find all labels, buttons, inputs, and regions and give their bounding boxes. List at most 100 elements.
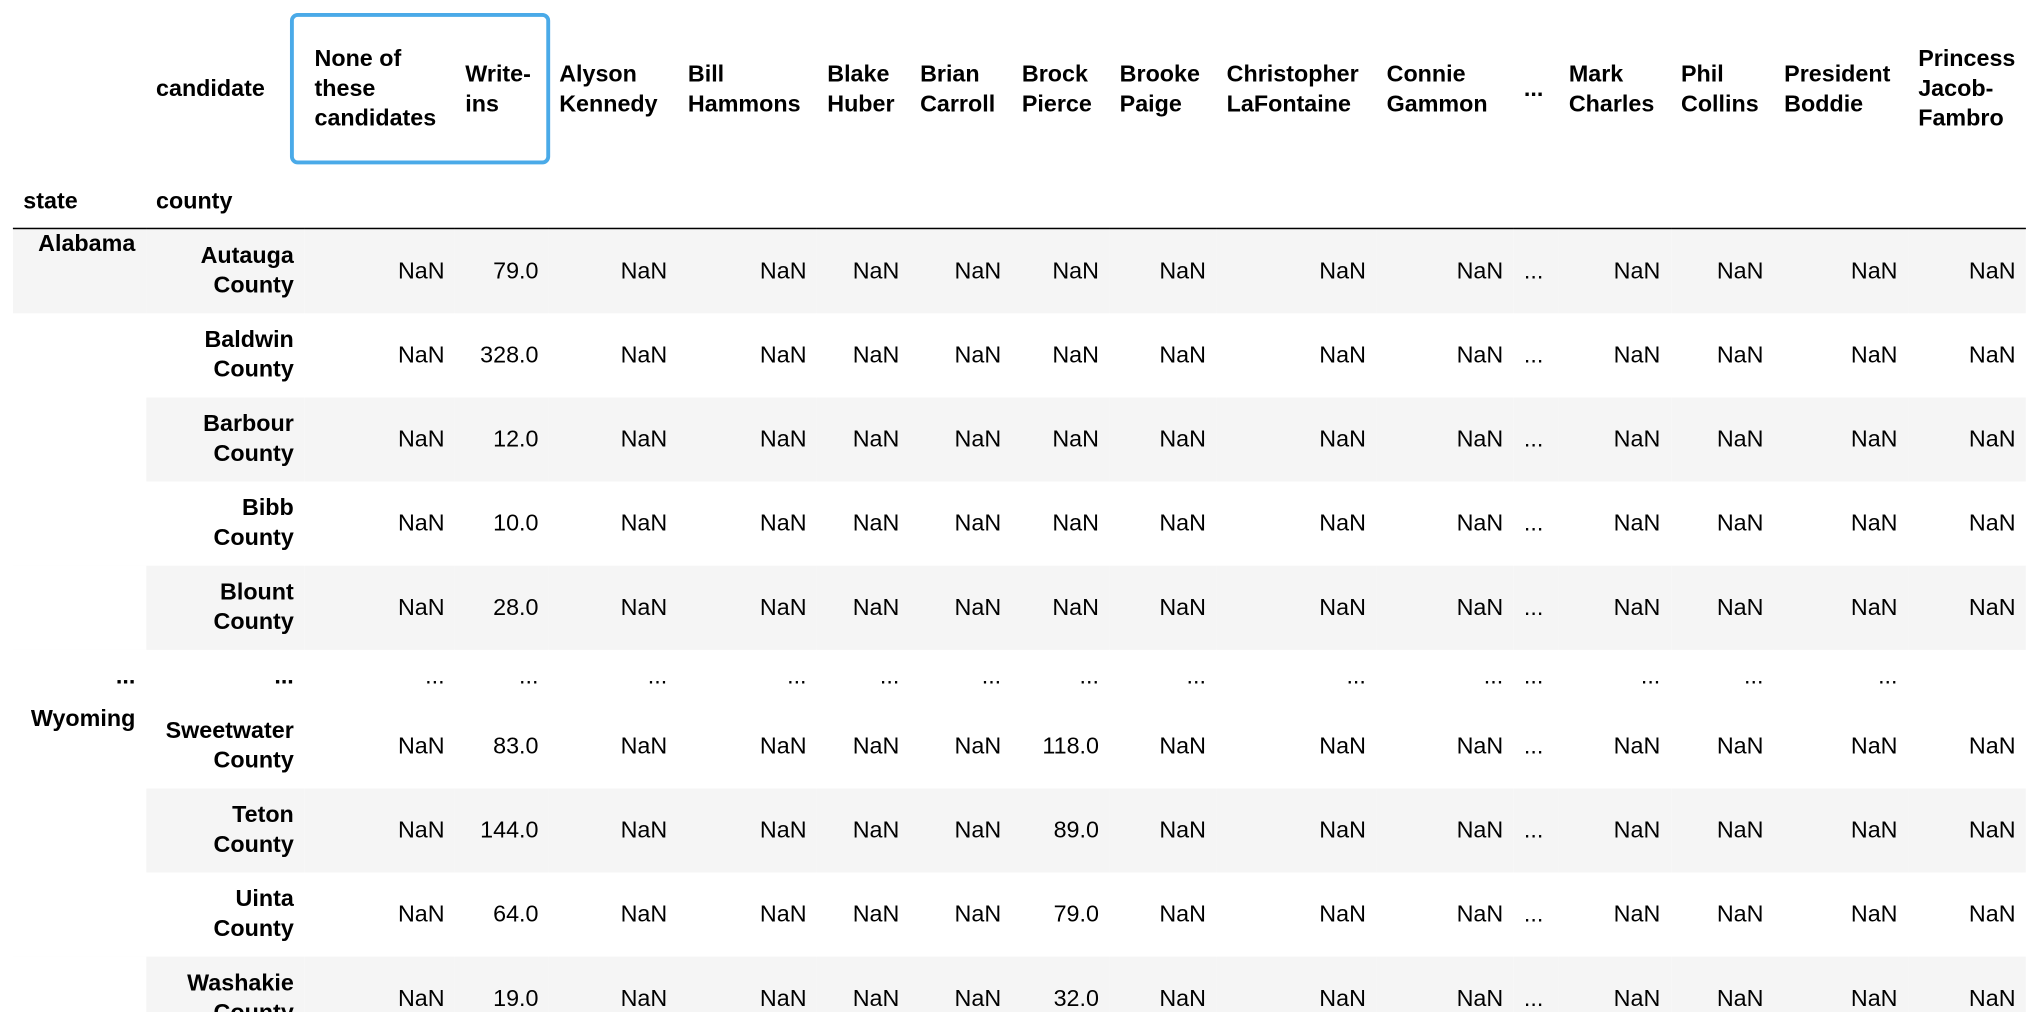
table-cell: ... <box>1523 900 1544 927</box>
table-cell: NaN <box>1850 984 1898 1011</box>
row-state-label: ... <box>12 649 146 704</box>
table-cell: NaN <box>759 732 807 758</box>
table-cell: NaN <box>1716 257 1764 284</box>
row-county-label: Teton County <box>213 801 294 857</box>
index-row-blank-cell <box>909 164 1012 230</box>
table-cell: NaN <box>1968 341 2016 367</box>
index-row-blank-cell <box>816 164 910 230</box>
table-cell: NaN <box>397 900 445 927</box>
row-county-label: Sweetwater County <box>165 717 294 773</box>
dataframe-table: candidate None of these candidates Write-… <box>12 13 2026 1012</box>
table-cell: ... <box>1079 662 1099 689</box>
table-cell: NaN <box>1159 341 1206 367</box>
table-cell: NaN <box>954 341 1002 367</box>
column-header-row: candidate None of these candidates Write-… <box>13 13 2026 164</box>
table-cell: NaN <box>1456 984 1504 1011</box>
table-cell: NaN <box>620 984 668 1011</box>
index-row-blank-cell <box>677 164 817 230</box>
columns-level-name: candidate <box>156 75 265 101</box>
table-cell: ... <box>1483 662 1504 689</box>
row-state-label <box>12 480 146 566</box>
table-cell: NaN <box>1613 984 1661 1011</box>
table-cell: NaN <box>1968 509 2016 536</box>
table-cell: NaN <box>954 984 1002 1011</box>
table-cell: ... <box>1640 662 1661 689</box>
index-row-blank-cell <box>1670 164 1774 230</box>
table-cell: ... <box>1744 662 1764 689</box>
row-state-label <box>12 396 146 481</box>
column-header-1: Write-ins <box>465 60 531 116</box>
table-cell: NaN <box>852 984 900 1011</box>
table-cell: NaN <box>759 425 807 452</box>
row-state-label <box>12 312 146 397</box>
table-row: Teton County NaN 144.0 NaN NaN NaN NaN 89.0 NaN N… <box>12 787 2026 872</box>
table-cell: NaN <box>397 816 445 843</box>
table-cell: ... <box>1346 662 1366 689</box>
table-cell: ... <box>981 662 1002 689</box>
table-cell: NaN <box>397 425 445 452</box>
table-cell: NaN <box>1159 257 1206 284</box>
table-cell: NaN <box>759 900 807 927</box>
table-cell: NaN <box>1052 425 1099 452</box>
column-header-6: Brock Pierce <box>1021 60 1092 116</box>
table-cell: NaN <box>1456 816 1504 843</box>
table-cell: NaN <box>1456 900 1504 927</box>
table-cell: NaN <box>397 341 445 367</box>
table-cell: ... <box>1523 662 1544 689</box>
table-cell: NaN <box>1850 257 1898 284</box>
table-cell: NaN <box>620 593 668 620</box>
table-cell: NaN <box>397 984 445 1011</box>
table-row: Bibb County NaN 10.0 NaN NaN NaN NaN NaN NaN NaN N… <box>12 480 2026 566</box>
index-row-blank-cell <box>1109 164 1217 230</box>
table-cell: NaN <box>1319 593 1366 620</box>
row-county-label: Blount County <box>213 578 294 635</box>
column-header-2: Alyson Kennedy <box>559 60 658 116</box>
table-cell: NaN <box>1968 816 2016 843</box>
table-cell: NaN <box>620 816 668 843</box>
table-cell: NaN <box>1319 816 1366 843</box>
row-state-label <box>12 955 146 1012</box>
table-cell: ... <box>1523 509 1544 536</box>
table-cell: NaN <box>1159 732 1206 758</box>
table-cell: NaN <box>1159 593 1206 620</box>
table-cell: NaN <box>1716 732 1764 758</box>
table-cell: 118.0 <box>1042 732 1099 758</box>
index-row-blank-cell <box>1773 164 1908 230</box>
table-cell: 12.0 <box>493 425 539 452</box>
table-row: Barbour County NaN 12.0 NaN NaN NaN NaN NaN NaN N… <box>12 396 2026 481</box>
table-cell: NaN <box>1456 509 1504 536</box>
index-row-blank-cell <box>1907 164 2026 230</box>
table-cell: NaN <box>1456 425 1504 452</box>
table-cell: NaN <box>1716 425 1764 452</box>
index-row-blank-cell <box>304 164 455 230</box>
table-cell: NaN <box>397 257 445 284</box>
column-header-0: None of these candidates <box>314 45 437 131</box>
table-cell: NaN <box>759 257 807 284</box>
table-cell: NaN <box>759 984 807 1011</box>
table-cell: NaN <box>620 257 668 284</box>
table-cell: NaN <box>1968 425 2016 452</box>
table-cell: NaN <box>1613 593 1661 620</box>
table-cell: NaN <box>1319 257 1366 284</box>
table-cell: 328.0 <box>480 341 539 367</box>
table-cell: NaN <box>620 341 668 367</box>
table-cell: NaN <box>1613 509 1661 536</box>
index-row-blank-cell <box>1216 164 1377 230</box>
table-cell: NaN <box>1319 900 1366 927</box>
table-row: Alabama Autauga County NaN 79.0 NaN NaN NaN NaN… <box>12 228 2026 313</box>
row-state-label: Wyoming <box>12 703 146 788</box>
table-cell: NaN <box>620 732 668 758</box>
table-cell: ... <box>425 662 445 689</box>
table-cell: NaN <box>954 900 1002 927</box>
table-cell: NaN <box>1850 900 1898 927</box>
table-cell: NaN <box>1613 425 1661 452</box>
dataframe-output: candidate None of these candidates Write-… <box>0 0 2026 1012</box>
table-row: Baldwin County NaN 328.0 NaN NaN NaN NaN NaN NaN… <box>12 312 2026 397</box>
table-cell: NaN <box>1716 900 1764 927</box>
table-cell: NaN <box>852 509 900 536</box>
table-cell: NaN <box>1159 816 1206 843</box>
row-state-label: Alabama <box>12 228 146 313</box>
table-cell: NaN <box>397 732 445 758</box>
index-names-row: state county <box>12 164 2026 230</box>
table-cell: ... <box>647 662 668 689</box>
